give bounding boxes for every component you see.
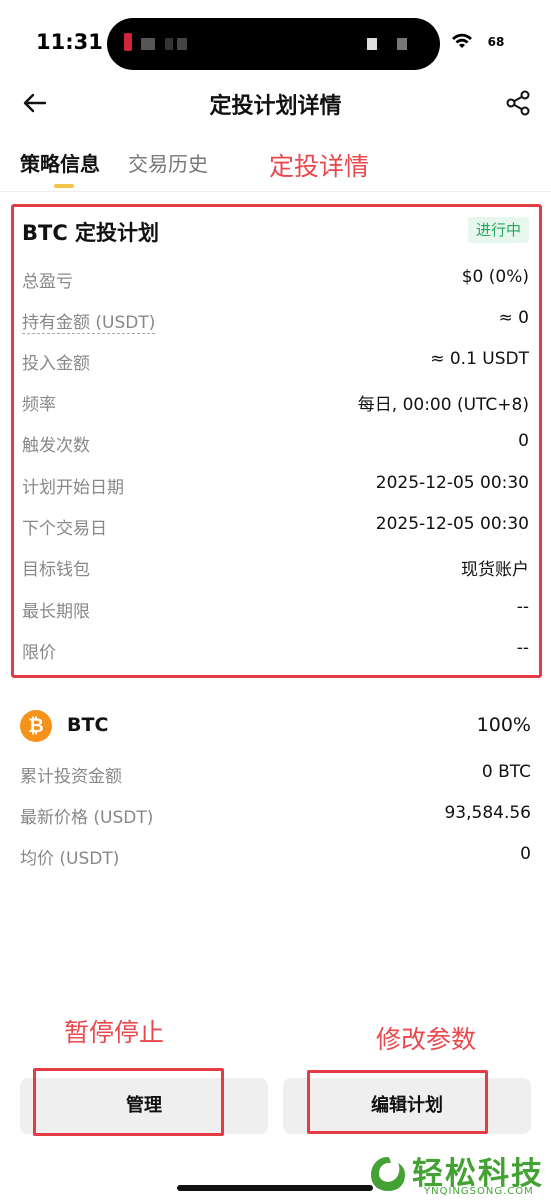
plan-details-card: BTC 定投计划 进行中 总盈亏 $0 (0%) 持有金额 (USDT) ≈ 0… [11, 204, 542, 678]
watermark: 轻松科技 YNQINGSONG.COM [366, 1148, 551, 1200]
row-label: 频率 [22, 395, 56, 415]
home-indicator [177, 1185, 373, 1191]
active-tab-indicator [54, 184, 74, 188]
watermark-subtext: YNQINGSONG.COM [424, 1186, 534, 1197]
row-value: ≈ 0.1 USDT [430, 349, 529, 369]
row-value: 每日, 00:00 (UTC+8) [357, 395, 529, 415]
detail-row: 计划开始日期 2025-12-05 00:30 [22, 469, 529, 499]
detail-row: 目标钱包 现货账户 [22, 551, 529, 581]
row-value: 2025-12-05 00:30 [375, 473, 529, 493]
app-indicator-icon [124, 33, 132, 51]
status-bar: 11:31 68 [0, 0, 551, 88]
asset-header: ₿ BTC 100% [20, 706, 531, 746]
annotation-highlight-edit [307, 1070, 488, 1134]
row-value: -- [516, 597, 529, 617]
asset-row: 累计投资金额 0 BTC [20, 758, 531, 788]
tab-strategy-info[interactable]: 策略信息 [20, 148, 100, 177]
blurred-content [367, 38, 377, 50]
battery-tip [513, 38, 516, 46]
watermark-logo-icon [371, 1157, 405, 1191]
row-value: -- [516, 638, 529, 658]
blurred-content [141, 38, 155, 50]
detail-row: 投入金额 ≈ 0.1 USDT [22, 345, 529, 375]
asset-row: 最新价格 (USDT) 93,584.56 [20, 799, 531, 829]
row-label: 最新价格 (USDT) [20, 808, 154, 828]
asset-row: 均价 (USDT) 0 [20, 840, 531, 870]
row-label: 限价 [22, 643, 56, 663]
plan-title: BTC 定投计划 [22, 221, 160, 245]
bitcoin-icon: ₿ [20, 710, 52, 742]
detail-row: 总盈亏 $0 (0%) [22, 263, 529, 293]
row-label: 累计投资金额 [20, 767, 122, 787]
asset-name: BTC [67, 714, 109, 736]
status-time: 11:31 [36, 30, 103, 54]
row-label: 总盈亏 [22, 272, 73, 292]
row-value: 0 BTC [481, 762, 531, 782]
annotation-detail: 定投详情 [269, 152, 370, 181]
detail-row: 最长期限 -- [22, 593, 529, 623]
dynamic-island [107, 18, 440, 70]
row-value: $0 (0%) [461, 267, 529, 287]
status-badge: 进行中 [467, 217, 529, 243]
battery-icon: 68 [481, 33, 511, 51]
detail-row: 持有金额 (USDT) ≈ 0 [22, 304, 529, 334]
annotation-highlight-manage [33, 1068, 224, 1136]
tab-trade-history[interactable]: 交易历史 [128, 148, 208, 177]
detail-row: 频率 每日, 00:00 (UTC+8) [22, 386, 529, 416]
page-header: 定投计划详情 [0, 78, 551, 128]
row-value: 现货账户 [461, 560, 529, 580]
row-value: 0 [520, 844, 531, 864]
row-value: 0 [518, 431, 529, 451]
row-label: 触发次数 [22, 436, 90, 456]
row-label-tooltip[interactable]: 持有金额 (USDT) [22, 308, 156, 334]
annotation-modify-params: 修改参数 [376, 1025, 477, 1054]
detail-row: 限价 -- [22, 634, 529, 664]
asset-percent: 100% [476, 714, 531, 736]
row-label: 下个交易日 [22, 519, 107, 539]
row-label: 均价 (USDT) [20, 849, 120, 869]
row-label: 最长期限 [22, 602, 90, 622]
row-value: 2025-12-05 00:30 [375, 514, 529, 534]
blurred-content [397, 38, 407, 50]
wifi-icon [452, 33, 472, 48]
row-value: 93,584.56 [444, 803, 531, 823]
row-label: 计划开始日期 [22, 478, 124, 498]
annotation-pause-stop: 暂停停止 [64, 1018, 165, 1047]
page-title: 定投计划详情 [209, 94, 342, 119]
blurred-content [177, 38, 187, 50]
row-value: ≈ 0 [498, 308, 529, 328]
row-label: 目标钱包 [22, 560, 90, 580]
detail-row: 触发次数 0 [22, 427, 529, 457]
share-icon[interactable] [503, 88, 533, 118]
detail-row: 下个交易日 2025-12-05 00:30 [22, 510, 529, 540]
row-label: 投入金额 [22, 354, 90, 374]
blurred-content [165, 38, 173, 50]
